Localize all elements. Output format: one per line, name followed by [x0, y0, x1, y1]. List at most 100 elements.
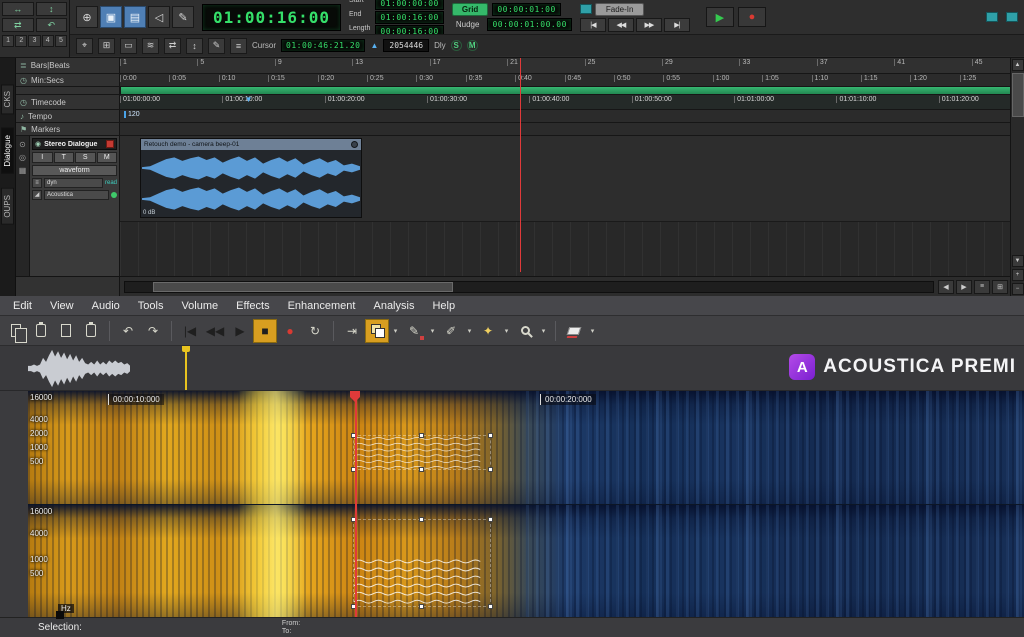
zoom-dropdown-icon[interactable]: ▾	[538, 319, 549, 343]
object-box-icon[interactable]: ▭	[120, 38, 137, 54]
monitor-icon[interactable]: ◁	[148, 6, 170, 28]
zoom-tool-icon[interactable]	[513, 319, 537, 343]
list-icon[interactable]: ≡	[32, 178, 42, 188]
fade-mode-icon[interactable]	[580, 4, 592, 14]
track-solo-button[interactable]: S	[75, 152, 96, 163]
workspace-tab-3[interactable]: 3	[28, 35, 40, 47]
menu-item-volume[interactable]: Volume	[172, 296, 227, 316]
spectrogram-right-channel[interactable]: 16000 4000 1000 500	[28, 505, 1024, 618]
range-bar[interactable]	[120, 87, 1010, 94]
minsec-ruler-label[interactable]: ◷Min:Secs	[16, 74, 120, 86]
overview-cursor-marker[interactable]	[185, 346, 187, 390]
arrange-area[interactable]: Retouch demo - camera beep-01 0 dB	[120, 136, 1010, 276]
selection-handle[interactable]	[419, 433, 424, 438]
eraser-tool-icon[interactable]	[562, 319, 586, 343]
selection-handle[interactable]	[488, 604, 493, 609]
hscroll-track[interactable]	[124, 281, 934, 293]
track-talk-button[interactable]: T	[54, 152, 75, 163]
mix-paste-icon[interactable]	[79, 319, 103, 343]
plugin-active-indicator[interactable]	[111, 192, 117, 198]
selection-handle[interactable]	[419, 467, 424, 472]
menu-item-analysis[interactable]: Analysis	[364, 296, 423, 316]
scroll-left-icon[interactable]: ◀	[938, 280, 954, 294]
paste-icon[interactable]	[29, 319, 53, 343]
track-mute-button[interactable]: M	[97, 152, 118, 163]
eraser-dropdown-icon[interactable]: ▾	[587, 319, 598, 343]
selection-handle[interactable]	[419, 517, 424, 522]
vzoom-out-icon[interactable]: −	[1012, 283, 1024, 295]
retouch-pen-dropdown-icon[interactable]: ▾	[427, 319, 438, 343]
plugin-icon[interactable]: ◢	[32, 190, 42, 200]
monitor-state-icon[interactable]: ◎	[19, 153, 26, 162]
waveform-display-button[interactable]: waveform	[32, 165, 117, 176]
forward-button[interactable]: ▶▶	[636, 18, 662, 32]
record-icon[interactable]: ●	[278, 319, 302, 343]
file-overview-strip[interactable]: A ACOUSTICA PREMI	[0, 346, 1024, 391]
menu-item-view[interactable]: View	[41, 296, 83, 316]
metronome-toggle-icon[interactable]	[1006, 12, 1018, 22]
workspace-tab-1[interactable]: 1	[2, 35, 14, 47]
vscroll-thumb[interactable]	[1012, 73, 1024, 117]
grid-view-icon[interactable]: ⊞	[98, 38, 115, 54]
brush-dropdown-icon[interactable]: ▾	[464, 319, 475, 343]
workspace-tab-2[interactable]: 2	[15, 35, 27, 47]
harmonic-selection[interactable]	[353, 519, 491, 607]
monitor-toggle-icon[interactable]	[986, 12, 998, 22]
vertical-zoom-icon[interactable]: ↕	[186, 38, 203, 54]
audio-clip[interactable]: Retouch demo - camera beep-01 0 dB	[140, 138, 362, 218]
object-tool-icon[interactable]: ▣	[100, 6, 122, 28]
retouch-pen-icon[interactable]: ✎	[402, 319, 426, 343]
snap-icon[interactable]: ⇥	[340, 319, 364, 343]
playback-cursor-marker[interactable]: ▼	[245, 95, 253, 104]
hscroll-thumb[interactable]	[153, 282, 453, 292]
spectral-selection-tool-icon[interactable]	[365, 319, 389, 343]
nav-back-icon[interactable]: ↶	[36, 18, 68, 32]
bars-ruler-label[interactable]: ≣Bars|Beats	[16, 58, 120, 73]
tempo-value[interactable]: 120	[124, 111, 140, 118]
fade-in-button[interactable]: Fade-In	[595, 3, 645, 16]
play-icon[interactable]: ▶	[228, 319, 252, 343]
draw-tool-icon[interactable]: ✎	[172, 6, 194, 28]
wave-view-icon[interactable]: ≋	[142, 38, 159, 54]
swap-icon[interactable]: ⇄	[164, 38, 181, 54]
brush-tool-icon[interactable]: ✐	[439, 319, 463, 343]
overview-icon[interactable]: ⊞	[992, 280, 1008, 294]
timecode-ruler[interactable]: 01:00:00:00 01:00:10:00 01:00:20:00 01:0…	[120, 95, 1010, 109]
selection-handle[interactable]	[488, 433, 493, 438]
scroll-up-icon[interactable]: ▲	[1012, 59, 1024, 71]
nav-vertical-icon[interactable]: ↕	[36, 2, 68, 16]
menu-item-enhancement[interactable]: Enhancement	[279, 296, 365, 316]
zoom-tool-icon[interactable]: ⊕	[76, 6, 98, 28]
selection-handle[interactable]	[488, 517, 493, 522]
bars-ruler[interactable]: 1 5 9 13 17 21 25 29 33 37 41 45	[120, 58, 1010, 73]
snap-icon[interactable]: ⌖	[76, 38, 93, 54]
nav-swap-icon[interactable]: ⇄	[2, 18, 34, 32]
markers-ruler[interactable]	[120, 123, 1010, 135]
dynamics-button[interactable]: dyn	[44, 178, 103, 188]
dock-tab-groups[interactable]: OUPS	[1, 188, 14, 225]
plugin-slot-acoustica[interactable]: Acoustica	[44, 190, 109, 200]
cut-icon[interactable]	[54, 319, 78, 343]
timecode-ruler-label[interactable]: ◷Timecode	[16, 95, 120, 109]
clip-header[interactable]: Retouch demo - camera beep-01	[141, 139, 361, 150]
rewind-button[interactable]: ◀◀	[608, 18, 634, 32]
record-arm-indicator[interactable]	[106, 140, 114, 148]
edit-pencil-icon[interactable]: ✎	[208, 38, 225, 54]
scroll-down-icon[interactable]: ▼	[1012, 255, 1024, 267]
workspace-tab-5[interactable]: 5	[55, 35, 67, 47]
track-input-button[interactable]: I	[32, 152, 53, 163]
loop-icon[interactable]: ↻	[303, 319, 327, 343]
tempo-ruler[interactable]: 120	[120, 110, 1010, 122]
edit-cursor-line[interactable]	[520, 58, 521, 272]
range-tool-icon[interactable]: ▤	[124, 6, 146, 28]
vzoom-in-icon[interactable]: +	[1012, 269, 1024, 281]
track-header[interactable]: ◉ Stereo Dialogue I T S M waveform ≡	[30, 136, 120, 276]
undo-icon[interactable]: ↶	[116, 319, 140, 343]
solo-indicator[interactable]: S	[451, 40, 462, 51]
fx-grid-icon[interactable]: ▦	[19, 166, 27, 175]
list-icon[interactable]: ≡	[230, 38, 247, 54]
mute-indicator[interactable]: M	[467, 40, 478, 51]
scroll-right-icon[interactable]: ▶	[956, 280, 972, 294]
tempo-ruler-label[interactable]: ♪Tempo	[16, 110, 120, 122]
wand-dropdown-icon[interactable]: ▾	[501, 319, 512, 343]
